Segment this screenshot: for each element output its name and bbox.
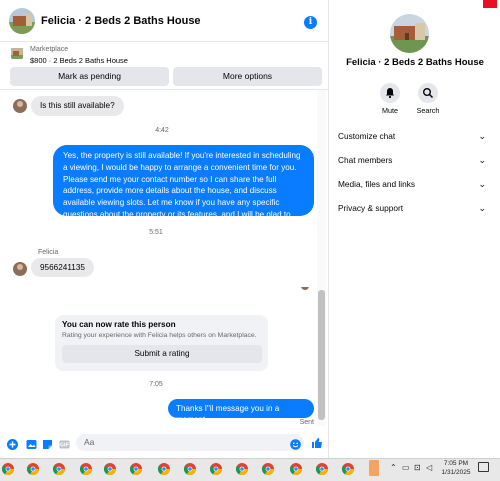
read-receipt-avatar (301, 282, 309, 290)
image-icon[interactable] (26, 437, 37, 449)
network-icon[interactable]: ▭ (402, 463, 410, 472)
notifications-icon[interactable] (478, 462, 489, 472)
chevron-down-icon: ⌄ (478, 131, 486, 141)
ethernet-icon[interactable]: ⊡ (414, 463, 421, 472)
rating-card-title: You can now rate this person (62, 320, 176, 329)
contact-avatar[interactable] (9, 7, 35, 34)
gif-icon[interactable]: GIF (59, 437, 70, 449)
message-outgoing[interactable]: Yes, the property is still available! If… (53, 145, 314, 231)
taskbar-browser-icon[interactable] (341, 462, 354, 476)
taskbar-browser-icon[interactable] (79, 462, 92, 476)
mute-label: Mute (382, 106, 398, 115)
taskbar-browser-icon[interactable] (157, 462, 170, 476)
taskbar-browser-icon[interactable] (183, 462, 196, 476)
message-incoming[interactable]: Is this still available? (31, 96, 124, 116)
timestamp: 7:05 (149, 381, 163, 388)
mark-as-pending-button[interactable]: Mark as pending (10, 67, 169, 86)
chat-pane: Felicia · 2 Beds 2 Baths House i Marketp… (0, 0, 329, 458)
taskbar-browser-icon[interactable] (235, 462, 248, 476)
taskbar-active-app-icon[interactable] (369, 460, 379, 476)
timestamp: 4:42 (155, 127, 169, 134)
taskbar-browser-icon[interactable] (261, 462, 274, 476)
section-privacy-support[interactable]: Privacy & support ⌄ (338, 203, 486, 213)
taskbar-browser-icon[interactable] (103, 462, 116, 476)
contact-avatar-large[interactable] (390, 14, 429, 53)
taskbar-browser-icon[interactable] (52, 462, 65, 476)
search-label: Search (416, 106, 440, 115)
tray-chevron-icon[interactable]: ⌃ (390, 463, 397, 472)
taskbar-browser-icon[interactable] (315, 462, 328, 476)
plus-icon[interactable] (7, 437, 18, 450)
info-icon[interactable]: i (304, 16, 317, 29)
conversation-details-pane: Felicia · 2 Beds 2 Baths House Mute Sear… (330, 0, 500, 458)
mute-button[interactable] (380, 83, 400, 103)
window-close-button[interactable] (483, 0, 497, 8)
taskbar-browser-icon[interactable] (129, 462, 142, 476)
rating-card: You can now rate this person Rating your… (55, 315, 268, 371)
chevron-down-icon: ⌄ (478, 203, 486, 213)
message-outgoing[interactable]: Thanks I"il message you in a moment (168, 399, 314, 424)
listing-kicker: Marketplace (30, 46, 69, 53)
taskbar-browser-icon[interactable] (26, 462, 39, 476)
rating-card-subtitle: Rating your experience with Felicia help… (62, 332, 257, 339)
clock-time[interactable]: 7:05 PM (441, 460, 471, 467)
scrollbar-thumb[interactable] (318, 290, 325, 420)
section-media-files-links[interactable]: Media, files and links ⌄ (338, 179, 486, 189)
chevron-down-icon: ⌄ (478, 155, 486, 165)
volume-icon[interactable]: ◁ (426, 463, 432, 472)
timestamp: 5:51 (149, 229, 163, 236)
sender-avatar[interactable] (13, 99, 27, 113)
message-incoming[interactable]: 9566241135 (31, 258, 94, 277)
sticker-icon[interactable] (42, 437, 53, 449)
taskbar-browser-icon[interactable] (1, 462, 15, 476)
sender-name: Felicia (38, 249, 59, 256)
listing-thumbnail[interactable] (11, 47, 23, 59)
chat-title[interactable]: Felicia · 2 Beds 2 Baths House (41, 15, 201, 27)
listing-price-title[interactable]: $800 · 2 Beds 2 Baths House (30, 56, 128, 65)
svg-text:GIF: GIF (60, 443, 69, 449)
section-customize-chat[interactable]: Customize chat ⌄ (338, 131, 486, 141)
emoji-icon[interactable] (290, 437, 301, 450)
like-icon[interactable] (311, 436, 323, 448)
section-chat-members[interactable]: Chat members ⌄ (338, 155, 486, 165)
search-icon (422, 87, 434, 99)
chevron-down-icon: ⌄ (478, 179, 486, 189)
sender-avatar[interactable] (13, 262, 27, 276)
taskbar-browser-icon[interactable] (209, 462, 222, 476)
contact-name: Felicia · 2 Beds 2 Baths House (346, 57, 484, 68)
bell-icon (386, 88, 394, 99)
more-options-button[interactable]: More options (173, 67, 322, 86)
clock-date[interactable]: 1/31/2025 (439, 469, 473, 476)
message-input[interactable]: Aa (76, 434, 304, 451)
submit-rating-button[interactable]: Submit a rating (62, 345, 262, 363)
taskbar (0, 458, 500, 481)
chat-header: Felicia · 2 Beds 2 Baths House i (0, 0, 328, 42)
search-button[interactable] (418, 83, 438, 103)
taskbar-browser-icon[interactable] (289, 462, 302, 476)
message-status: Sent (299, 419, 314, 426)
